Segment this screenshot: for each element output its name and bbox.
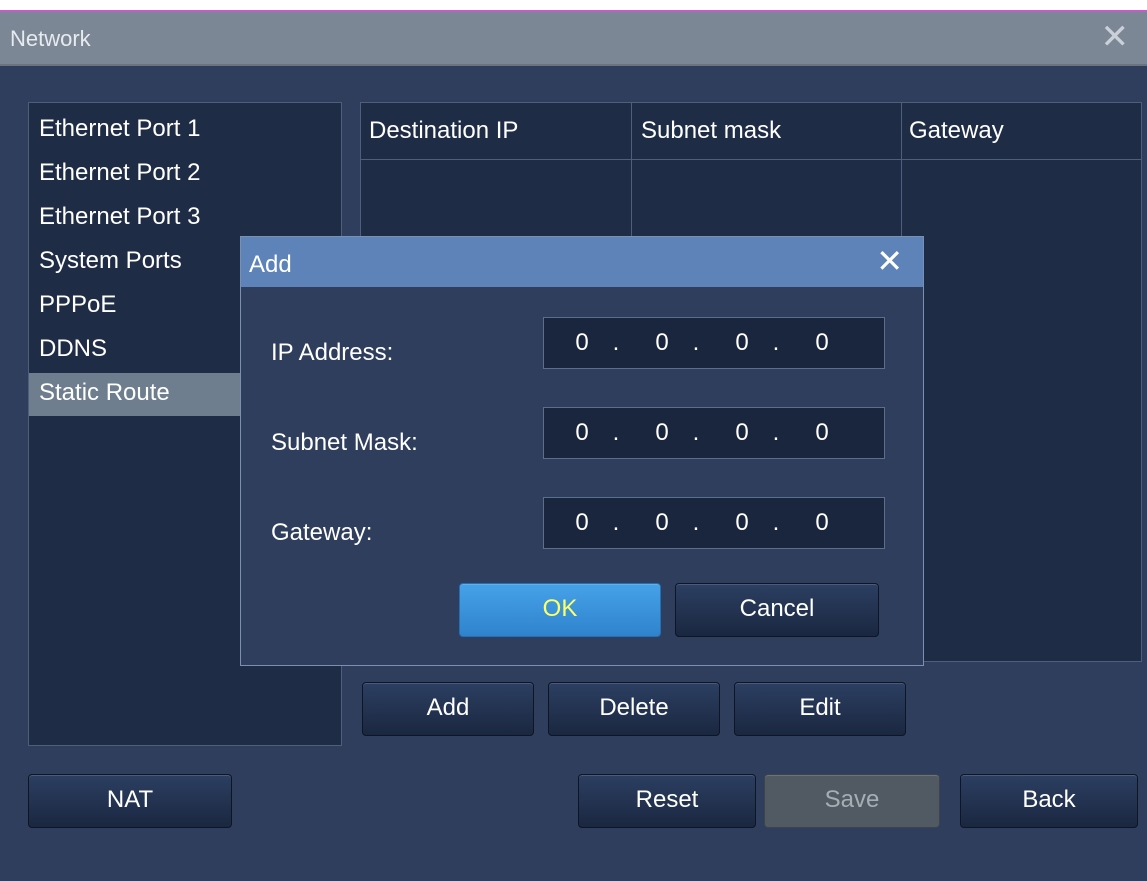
mask-octet-3[interactable]: 0 [722, 408, 762, 458]
sidebar-item-ethernet-port-2[interactable]: Ethernet Port 2 [29, 153, 341, 196]
mask-octet-4[interactable]: 0 [802, 408, 842, 458]
ip-octet-4[interactable]: 0 [802, 318, 842, 368]
close-icon[interactable]: ✕ [1101, 20, 1130, 54]
add-route-dialog: Add ✕ IP Address: 0 . 0 . 0 . 0 Subnet M… [240, 236, 924, 666]
ip-dot: . [612, 329, 620, 356]
column-header-destination-ip[interactable]: Destination IP [369, 111, 518, 151]
gw-dot: . [612, 509, 620, 536]
ip-address-field[interactable]: 0 . 0 . 0 . 0 [543, 317, 885, 369]
gateway-label: Gateway: [271, 519, 373, 546]
gw-octet-3[interactable]: 0 [722, 498, 762, 548]
dialog-title: Add [249, 251, 292, 278]
window-title: Network [10, 26, 91, 51]
delete-route-button[interactable]: Delete [548, 682, 720, 736]
mask-dot: . [612, 419, 620, 446]
gw-dot: . [772, 509, 780, 536]
gw-octet-1[interactable]: 0 [562, 498, 602, 548]
nat-button[interactable]: NAT [28, 774, 232, 828]
sidebar-item-ethernet-port-3[interactable]: Ethernet Port 3 [29, 197, 341, 240]
edit-route-button[interactable]: Edit [734, 682, 906, 736]
ip-octet-2[interactable]: 0 [642, 318, 682, 368]
table-header-divider [361, 159, 1141, 160]
gw-octet-4[interactable]: 0 [802, 498, 842, 548]
gateway-field[interactable]: 0 . 0 . 0 . 0 [543, 497, 885, 549]
mask-dot: . [692, 419, 700, 446]
ok-button[interactable]: OK [459, 583, 661, 637]
ip-octet-3[interactable]: 0 [722, 318, 762, 368]
ip-dot: . [692, 329, 700, 356]
ip-address-label: IP Address: [271, 339, 394, 366]
gw-octet-2[interactable]: 0 [642, 498, 682, 548]
gw-dot: . [692, 509, 700, 536]
window-titlebar: Network ✕ [0, 12, 1147, 66]
save-button: Save [764, 774, 940, 828]
sidebar-item-ethernet-port-1[interactable]: Ethernet Port 1 [29, 109, 341, 152]
subnet-mask-label: Subnet Mask: [271, 429, 418, 456]
reset-button[interactable]: Reset [578, 774, 756, 828]
ip-dot: . [772, 329, 780, 356]
column-header-subnet-mask[interactable]: Subnet mask [641, 111, 781, 151]
mask-octet-1[interactable]: 0 [562, 408, 602, 458]
ip-octet-1[interactable]: 0 [562, 318, 602, 368]
column-header-gateway[interactable]: Gateway [909, 111, 1004, 151]
mask-dot: . [772, 419, 780, 446]
network-window: Network ✕ Ethernet Port 1 Ethernet Port … [0, 10, 1147, 881]
dialog-close-icon[interactable]: ✕ [876, 245, 903, 277]
dialog-titlebar: Add ✕ [241, 237, 923, 287]
cancel-button[interactable]: Cancel [675, 583, 879, 637]
back-button[interactable]: Back [960, 774, 1138, 828]
add-route-button[interactable]: Add [362, 682, 534, 736]
subnet-mask-field[interactable]: 0 . 0 . 0 . 0 [543, 407, 885, 459]
mask-octet-2[interactable]: 0 [642, 408, 682, 458]
